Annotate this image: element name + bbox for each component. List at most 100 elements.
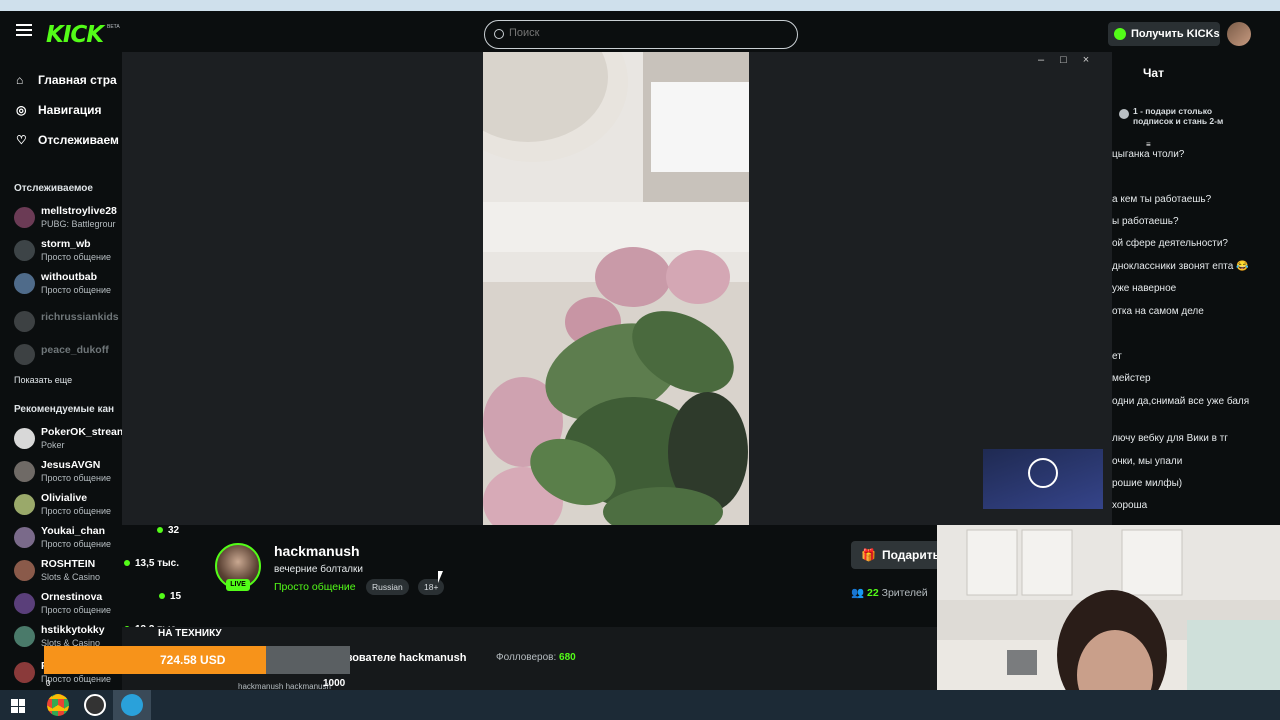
sidebar-item-home[interactable]: ⌂ Главная стра xyxy=(16,73,117,87)
following-channel[interactable]: storm_wb Просто общение xyxy=(14,238,122,268)
channel-name: mellstroylive28 xyxy=(41,205,117,217)
viewer-count: 32 xyxy=(157,525,179,536)
channel-category: Просто общение xyxy=(41,473,111,483)
show-more-link[interactable]: Показать еще xyxy=(14,375,72,385)
channel-name: peace_dukoff xyxy=(41,344,109,356)
donation-max: 1000 xyxy=(323,678,346,689)
chrome-icon[interactable] xyxy=(47,694,69,716)
channel-category: Просто общение xyxy=(41,539,111,549)
avatar xyxy=(14,240,35,261)
gift-subscription-button[interactable]: 🎁 Подарить xyxy=(851,541,941,569)
channel-category: Просто общение xyxy=(41,605,111,615)
search-icon xyxy=(494,29,504,39)
user-avatar[interactable] xyxy=(1227,22,1251,46)
sidebar-item-label: Отслеживаем xyxy=(38,133,119,147)
live-dot-icon xyxy=(157,527,163,534)
recommended-channel[interactable]: Youkai_chan Просто общение 32 xyxy=(14,525,214,555)
get-kicks-button[interactable]: Получить KICKs xyxy=(1108,22,1220,46)
following-section-title: Отслеживаемое xyxy=(14,183,93,194)
avatar xyxy=(14,273,35,294)
about-title: зователе hackmanush xyxy=(347,652,467,664)
chat-message: одни да,снимай все уже баля xyxy=(1112,396,1250,407)
avatar xyxy=(14,207,35,228)
channel-category: Просто общение xyxy=(41,285,111,295)
heart-icon: ♡ xyxy=(16,133,27,147)
chat-collapse-icon[interactable]: ≡ xyxy=(1146,140,1158,149)
flowers-video-image xyxy=(483,52,749,525)
menu-icon[interactable] xyxy=(16,24,32,36)
recommended-channel[interactable]: PokerOK_strean Poker xyxy=(14,426,122,456)
avatar xyxy=(14,494,35,515)
viewer-count: 👥 22 Зрителей xyxy=(851,587,928,599)
channel-category: Просто общение xyxy=(41,506,111,516)
chat-message: уже наверное xyxy=(1112,283,1177,294)
chat-message: ой сфере деятельности? xyxy=(1112,238,1228,249)
home-icon: ⌂ xyxy=(16,73,24,87)
sidebar-item-label: Навигация xyxy=(38,103,102,117)
chat-message: дноклассники звонят епта 😂 xyxy=(1112,261,1249,272)
sidebar-item-following[interactable]: ♡ Отслеживаем xyxy=(16,133,119,147)
gift-icon: 🎁 xyxy=(861,548,876,562)
live-dot-icon xyxy=(124,560,130,567)
chat-message: цыганка чтоли? xyxy=(1112,149,1185,160)
following-channel[interactable]: richrussiankids xyxy=(14,309,122,339)
gift-button-label: Подарить xyxy=(881,548,941,562)
chat-pinned-message: 1 - подари столько подписок и стань 2-м xyxy=(1133,106,1224,126)
channel-category: Poker xyxy=(41,440,65,450)
channel-name: Ornestinova xyxy=(41,591,103,603)
recommended-channel[interactable]: Olivialive Просто общение xyxy=(14,492,122,522)
recommended-channel[interactable]: JesusAVGN Просто общение xyxy=(14,459,122,489)
avatar xyxy=(14,662,35,683)
obs-logo-icon xyxy=(1028,458,1058,488)
channel-name: PokerOK_strean xyxy=(41,426,122,438)
stream-video-frame[interactable] xyxy=(483,52,749,525)
os-taskbar xyxy=(0,690,1280,720)
avatar xyxy=(14,626,35,647)
channel-name: Youkai_chan xyxy=(41,525,105,537)
channel-category: Просто общение xyxy=(41,252,111,262)
channel-category: PUBG: Battlegrour xyxy=(41,219,116,229)
sidebar-item-browse[interactable]: ◎ Навигация xyxy=(16,103,102,117)
live-badge: LIVE xyxy=(226,579,250,591)
chat-message: ы работаешь? xyxy=(1112,216,1179,227)
channel-category: Slots & Casino xyxy=(41,572,101,582)
recommended-section-title: Рекомендуемые кан xyxy=(14,404,115,415)
telegram-icon[interactable] xyxy=(121,694,143,716)
channel-name: hstikkytokky xyxy=(41,624,105,636)
donation-amount: 724.58 USD xyxy=(160,653,226,667)
avatar xyxy=(14,461,35,482)
streamer-name[interactable]: hackmanush xyxy=(274,543,360,559)
chat-message: лючу вебку для Вики в тг xyxy=(1112,433,1228,444)
avatar xyxy=(14,593,35,614)
stream-category-link[interactable]: Просто общение xyxy=(274,581,356,593)
donation-goal-title: НА ТЕХНИКУ xyxy=(158,628,222,639)
compass-icon: ◎ xyxy=(16,103,27,117)
recommended-channel[interactable]: Ornestinova Просто общение 15 xyxy=(14,591,214,621)
chat-message: отка на самом деле xyxy=(1112,306,1204,317)
channel-name: storm_wb xyxy=(41,238,91,250)
viewer-count: 13,5 тыс. xyxy=(124,558,179,569)
browser-tab-strip xyxy=(0,0,1280,11)
chat-message: рошие милфы) xyxy=(1112,478,1183,489)
chat-message: хороша xyxy=(1112,500,1148,511)
recommended-channel[interactable]: ROSHTEIN Slots & Casino 13,5 тыс. xyxy=(14,558,214,588)
get-kicks-label: Получить KICKs xyxy=(1131,28,1220,40)
following-channel[interactable]: mellstroylive28 PUBG: Battlegrour xyxy=(14,205,122,235)
kick-logo[interactable]: KICK xyxy=(46,22,104,48)
following-channel[interactable]: peace_dukoff xyxy=(14,342,122,372)
channel-name: richrussiankids xyxy=(41,311,119,323)
donation-min: 0 xyxy=(46,679,51,688)
followers-count: Фолловеров: 680 xyxy=(496,652,576,663)
users-icon: 👥 xyxy=(851,587,865,599)
windows-start-icon[interactable] xyxy=(11,699,25,713)
avatar xyxy=(14,527,35,548)
tag-language[interactable]: Russian xyxy=(366,579,409,595)
chat-message: а кем ты работаешь? xyxy=(1112,194,1212,205)
following-channel[interactable]: withoutbab Просто общение xyxy=(14,271,122,301)
channel-name: ROSHTEIN xyxy=(41,558,96,570)
channel-name: JesusAVGN xyxy=(41,459,101,471)
mouse-cursor-icon xyxy=(438,571,443,583)
video-window-controls[interactable]: –□× xyxy=(1038,54,1105,66)
obs-icon[interactable] xyxy=(84,694,106,716)
search-input[interactable] xyxy=(509,27,769,39)
